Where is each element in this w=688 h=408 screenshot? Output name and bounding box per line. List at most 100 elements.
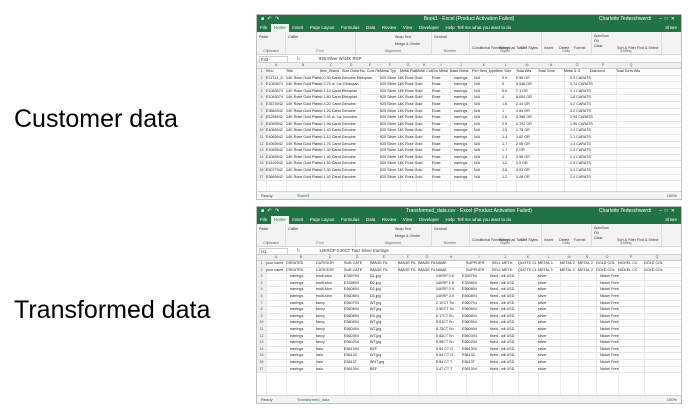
cell[interactable]: 14K Rose Gold Plated 3.74 ct. t.w. Ethio… (286, 82, 378, 88)
cell[interactable]: NICKEL CC (618, 261, 644, 267)
column-header[interactable]: G (400, 63, 416, 68)
cell[interactable]: 1.4 CARATS (570, 142, 622, 148)
cell[interactable]: E561394 (462, 347, 488, 353)
cell[interactable]: E1083074 (266, 89, 286, 95)
cell[interactable]: SUPPLIER (466, 268, 492, 274)
cell[interactable]: silver (538, 360, 560, 366)
cell[interactable]: 925 Silver 14K Rose Gold (380, 135, 432, 141)
cell[interactable]: N/A (474, 168, 498, 174)
cell[interactable]: E1083074 (266, 95, 286, 101)
cell[interactable]: earrings (454, 135, 476, 141)
cell[interactable]: Nickel Free (600, 367, 648, 373)
cell[interactable]: earrings (454, 161, 476, 167)
cell[interactable]: 1.56 GR (516, 155, 542, 161)
cell[interactable]: E560594 (344, 320, 370, 326)
cell[interactable]: fancy (316, 301, 344, 307)
cell[interactable]: 1.84 GR (516, 109, 542, 115)
cell[interactable]: fixed - wit USD (490, 334, 536, 340)
column-header[interactable]: Q (644, 255, 670, 260)
cell[interactable]: Rose (432, 175, 450, 181)
column-header[interactable]: F (380, 63, 400, 68)
column-header[interactable]: K (472, 63, 496, 68)
row-number[interactable]: 3 (257, 274, 266, 280)
cell[interactable]: WT.jpg (370, 334, 398, 340)
cell[interactable]: Rose (432, 95, 450, 101)
column-header[interactable]: M (516, 63, 538, 68)
cell[interactable]: Rose (432, 115, 450, 121)
cell[interactable]: E560794 (344, 301, 370, 307)
row-number[interactable]: 1 (257, 261, 266, 267)
cell[interactable]: E560394 (462, 334, 488, 340)
cell[interactable]: E561394 (344, 347, 370, 353)
cell[interactable]: your name (266, 268, 286, 274)
cell[interactable]: 14K Rose Gold Plated 3.93 ct. t.w. Inclu… (286, 115, 378, 121)
cell[interactable]: fixed - wit USD (490, 281, 536, 287)
cell[interactable]: E339894 (344, 281, 370, 287)
cell[interactable]: Rose (432, 122, 450, 128)
cell[interactable]: E560294 (344, 340, 370, 346)
cell[interactable]: Nickel Free (600, 281, 648, 287)
row-number[interactable]: 3 (257, 82, 266, 88)
column-header[interactable]: D (344, 255, 370, 260)
tab-insert[interactable]: Insert (289, 24, 307, 32)
cell[interactable]: SELL METH (492, 268, 518, 274)
cell[interactable]: 14K Rose Gold Plated 1.10 Carat Genuine (286, 135, 378, 141)
column-header[interactable]: B (286, 255, 316, 260)
column-header[interactable]: H (416, 63, 432, 68)
spreadsheet-grid[interactable]: A B C D E F G H I J K L M N O P Q 1 SKU Title Item_Brand Size… (257, 63, 681, 191)
formula-input[interactable]: 925 Silver W/14K RGP (319, 55, 362, 62)
cell[interactable]: 2.792 GR (516, 122, 542, 128)
column-header[interactable]: K (518, 255, 538, 260)
cell[interactable]: E3684942 (266, 109, 286, 115)
cell[interactable]: halo (316, 360, 344, 366)
row-number[interactable]: 5 (257, 287, 266, 293)
cell[interactable]: E4065942 (266, 135, 286, 141)
cell[interactable]: N/A (474, 76, 498, 82)
clipboard-paste-button[interactable]: Paste (259, 35, 268, 39)
cell[interactable]: halo (316, 367, 344, 373)
cell[interactable]: E560894 (344, 287, 370, 293)
cell[interactable]: multi-ston (316, 281, 344, 287)
cell[interactable]: earrings (454, 95, 476, 101)
cell[interactable]: N/A (474, 109, 498, 115)
tab-page-layout[interactable]: Page Layout (307, 216, 338, 224)
row-number[interactable]: 13 (257, 340, 266, 346)
cell[interactable]: E561394 (344, 367, 370, 373)
cell[interactable]: 2.44 GR (516, 102, 542, 108)
cell[interactable]: 14K Rose Gold Plated 1.43 Carat Genuine (286, 128, 378, 134)
cell[interactable]: 925 Silver 14K Rose Gold (380, 95, 432, 101)
cell[interactable]: Total Gms (538, 69, 564, 75)
cell[interactable]: 0.96 GR (516, 76, 542, 82)
tab-formulas[interactable]: Formulas (338, 216, 363, 224)
cell[interactable]: fancy (316, 327, 344, 333)
row-number[interactable]: 6 (257, 294, 266, 300)
cell[interactable]: 925 Silver 14K Rose Gold (380, 175, 432, 181)
cell[interactable]: Diamond (590, 69, 616, 75)
cell[interactable]: Metal Plat (400, 69, 416, 75)
cell[interactable]: WT.jpg (370, 301, 398, 307)
tab-file[interactable]: File (257, 216, 271, 224)
cell[interactable]: 3.74 CARATS (570, 82, 622, 88)
cell[interactable]: E5613C (344, 353, 370, 359)
cell[interactable]: Nickel Free (600, 347, 648, 353)
cell[interactable]: D2.jpg (370, 281, 398, 287)
cell[interactable]: N/A (474, 175, 498, 181)
cell[interactable]: Total Wts (516, 69, 538, 75)
cell[interactable]: Rose (432, 135, 450, 141)
cell[interactable]: E560894 (344, 314, 370, 320)
tab-data[interactable]: Data (363, 24, 379, 32)
cell[interactable]: silver (538, 287, 560, 293)
cell[interactable]: E561394 (462, 367, 488, 373)
row-number[interactable]: 2 (257, 75, 266, 82)
cell[interactable]: D1.jpg (370, 274, 398, 280)
cell[interactable]: GOLD COL (644, 261, 670, 267)
formula-input[interactable]: 14KRGP 0.30CT Tanz Silver Earrings (319, 247, 389, 254)
tab-page-layout[interactable]: Page Layout (307, 24, 338, 32)
cell[interactable]: 1.78 GR (516, 128, 542, 134)
cell[interactable]: E4065942 (266, 155, 286, 161)
cell[interactable]: SUB CATE (344, 261, 370, 267)
cell[interactable]: your name (266, 261, 286, 267)
cell[interactable]: fixed - wit USD (490, 360, 536, 366)
cell[interactable]: WT.jpg (370, 327, 398, 333)
cell[interactable]: E560894 (344, 294, 370, 300)
